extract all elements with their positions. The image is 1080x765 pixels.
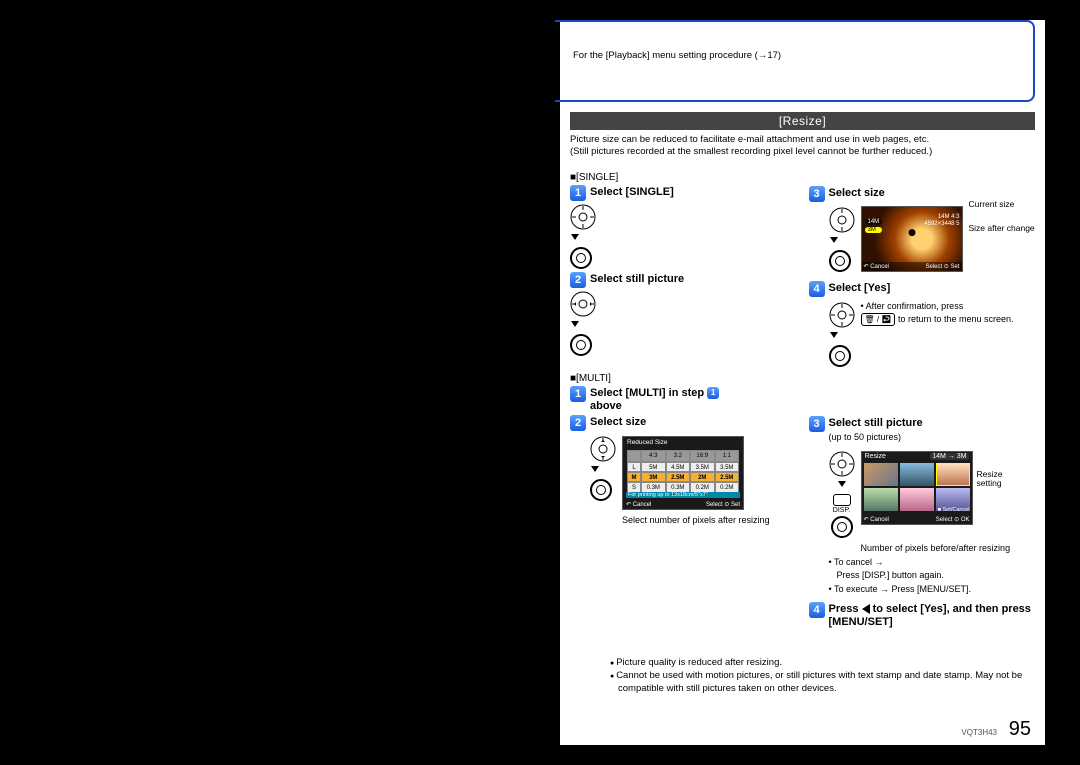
multi-step-2-note: Select number of pixels after resizing: [622, 515, 797, 527]
dpad-icon: [829, 451, 855, 477]
footnotes: Picture quality is reduced after resizin…: [570, 657, 1027, 695]
multi-step-2: 2 Select size: [570, 415, 797, 431]
multi-step-3-body: DISP. Resize 14M → 3M ■ Set/Cancel: [829, 448, 1036, 596]
set-button-icon: [590, 479, 612, 501]
multi-step-3: 3 Select still picture (up to 50 picture…: [809, 416, 1036, 446]
single-step-4: 4 Select [Yes]: [809, 281, 1036, 297]
single-step-4-body: • After confirmation, press 🗑 / ↩ to ret…: [829, 299, 1036, 370]
document-id: VQT3H43: [961, 728, 997, 737]
single-step-1-controls: [570, 204, 797, 269]
trash-return-icon: 🗑 / ↩: [861, 313, 896, 326]
section-description: Picture size can be reduced to facilitat…: [570, 134, 1035, 159]
callout-current-size: Current size: [969, 200, 1015, 209]
step-badge-4: 4: [809, 281, 825, 297]
page-number: 95: [1009, 718, 1031, 741]
down-arrow-icon: [837, 479, 847, 492]
multi-step-4: 4 Press to select [Yes], and then press …: [809, 602, 1036, 629]
down-arrow-icon: [570, 319, 580, 332]
size-preview: 14M 3M 14M 4:3 4592×3448 5 ↶ Cancel Sele…: [861, 206, 963, 272]
header-note-box: For the [Playback] menu setting procedur…: [555, 20, 1035, 102]
step-badge-1: 1: [570, 185, 586, 201]
inline-step-1: 1: [707, 387, 719, 399]
down-arrow-icon: [829, 330, 839, 343]
disp-label: DISP.: [833, 507, 850, 514]
step-badge-3: 3: [809, 186, 825, 202]
dpad-icon: [590, 436, 616, 462]
down-arrow-icon: [590, 464, 600, 477]
callout-resize-setting: Resize setting: [977, 470, 1027, 489]
disp-button-icon: [833, 494, 851, 506]
step-badge-1: 1: [570, 386, 586, 402]
set-button-icon: [570, 247, 592, 269]
dpad-icon: [570, 204, 596, 230]
single-step-2-controls: [570, 291, 797, 356]
multi-subhead: ■[MULTI]: [570, 373, 797, 384]
dpad-icon: [829, 302, 855, 328]
single-step-3-body: 14M 3M 14M 4:3 4592×3448 5 ↶ Cancel Sele…: [829, 204, 1036, 275]
step-badge-3: 3: [809, 416, 825, 432]
left-arrow-icon: [862, 604, 870, 614]
reduced-size-preview: Reduced Size 4:33:216:91:1 L5M4.5M3.5M3.…: [622, 436, 744, 510]
multi-thumbnail-grid: Resize 14M → 3M ■ Set/Cancel ↶ Cancel Se…: [861, 451, 973, 525]
multi-step-2-body: Reduced Size 4:33:216:91:1 L5M4.5M3.5M3.…: [590, 433, 797, 527]
down-arrow-icon: [829, 235, 839, 248]
step-badge-4: 4: [809, 602, 825, 618]
single-step-2: 2 Select still picture: [570, 272, 797, 288]
size-table: 4:33:216:91:1 L5M4.5M3.5M3.5M M3M2.5M2M2…: [627, 450, 739, 494]
set-button-icon: [570, 334, 592, 356]
right-column: 3 Select size 14M: [809, 172, 1036, 631]
set-button-icon: [831, 516, 853, 538]
dpad-ud-icon: [829, 207, 855, 233]
step-badge-2: 2: [570, 272, 586, 288]
header-note-text: For the [Playback] menu setting procedur…: [573, 50, 781, 61]
single-subhead: ■[SINGLE]: [570, 172, 797, 183]
callout-size-after: Size after change: [969, 224, 1035, 233]
multi-step-1: 1 Select [MULTI] in step 1 above: [570, 386, 797, 413]
content-columns: ■[SINGLE] 1 Select [SINGLE] 2 Select sti…: [570, 172, 1035, 631]
single-step-1: 1 Select [SINGLE]: [570, 185, 797, 201]
down-arrow-icon: [570, 232, 580, 245]
footnote-a: Picture quality is reduced after resizin…: [610, 657, 1027, 670]
dpad-lr-icon: [570, 291, 596, 317]
set-button-icon: [829, 250, 851, 272]
step-badge-2: 2: [570, 415, 586, 431]
left-column: ■[SINGLE] 1 Select [SINGLE] 2 Select sti…: [570, 172, 797, 631]
section-title: [Resize]: [570, 112, 1035, 130]
manual-page: For the [Playback] menu setting procedur…: [560, 20, 1045, 745]
footnote-b: Cannot be used with motion pictures, or …: [610, 670, 1027, 696]
set-button-icon: [829, 345, 851, 367]
